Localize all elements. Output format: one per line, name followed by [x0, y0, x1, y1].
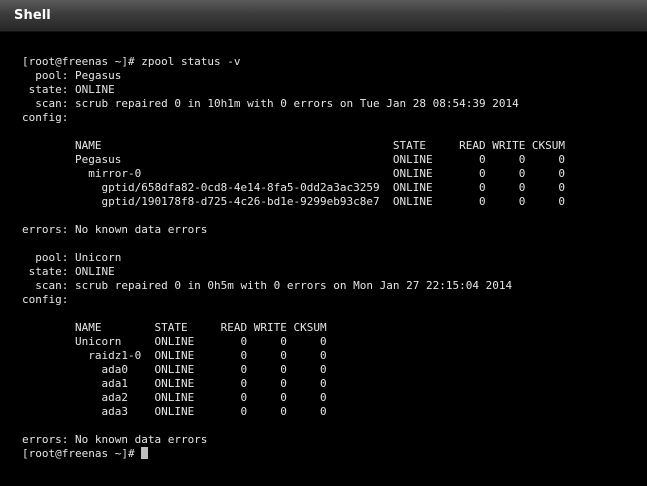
shell-prompt: [root@freenas ~]#	[22, 447, 142, 460]
title-bar[interactable]: Shell	[0, 0, 647, 32]
terminal-line: config:	[22, 111, 69, 124]
terminal-line: raidz1-0 ONLINE 0 0 0	[22, 349, 327, 362]
prompt-line[interactable]: [root@freenas ~]#	[22, 447, 642, 461]
terminal-line: pool: Unicorn	[22, 251, 122, 264]
shell-window: Shell [root@freenas ~]# zpool status -v …	[0, 0, 647, 486]
terminal-line: state: ONLINE	[22, 265, 115, 278]
terminal-line: gptid/190178f8-d725-4c26-bd1e-9299eb93c8…	[22, 195, 566, 208]
terminal-line: NAME STATE READ WRITE CKSUM	[22, 321, 327, 334]
terminal-line: errors: No known data errors	[22, 433, 208, 446]
terminal-line: config:	[22, 293, 69, 306]
terminal-line: scan: scrub repaired 0 in 0h5m with 0 er…	[22, 279, 513, 292]
terminal-line: ada2 ONLINE 0 0 0	[22, 391, 327, 404]
terminal-line: NAME STATE READ WRITE CKSUM	[22, 139, 566, 152]
terminal-line: ada0 ONLINE 0 0 0	[22, 363, 327, 376]
cursor-block	[141, 447, 149, 459]
terminal-line: errors: No known data errors	[22, 223, 208, 236]
terminal-output[interactable]: [root@freenas ~]# zpool status -v pool: …	[22, 55, 642, 480]
terminal-line: scan: scrub repaired 0 in 10h1m with 0 e…	[22, 97, 519, 110]
terminal-line: ada3 ONLINE 0 0 0	[22, 405, 327, 418]
terminal-line: gptid/658dfa82-0cd8-4e14-8fa5-0dd2a3ac32…	[22, 181, 566, 194]
terminal-line: ada1 ONLINE 0 0 0	[22, 377, 327, 390]
terminal-line: Pegasus ONLINE 0 0 0	[22, 153, 566, 166]
terminal-line: pool: Pegasus	[22, 69, 122, 82]
terminal-line: [root@freenas ~]# zpool status -v	[22, 55, 241, 68]
terminal-line: state: ONLINE	[22, 83, 115, 96]
terminal-line: Unicorn ONLINE 0 0 0	[22, 335, 327, 348]
terminal-line: mirror-0 ONLINE 0 0 0	[22, 167, 566, 180]
window-title: Shell	[14, 8, 51, 23]
